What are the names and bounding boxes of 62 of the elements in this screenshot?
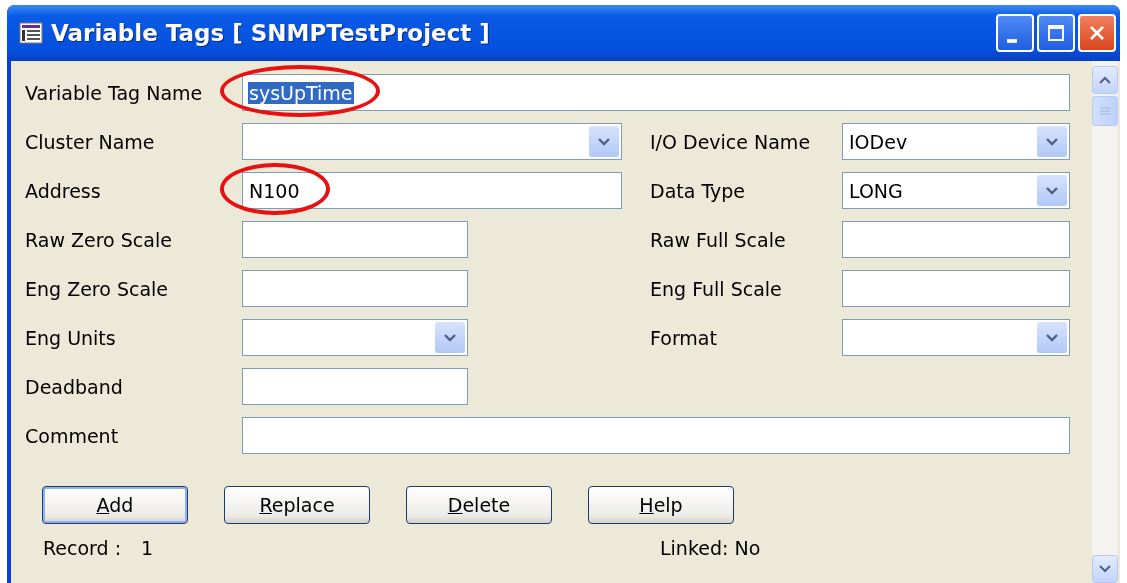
vertical-scrollbar[interactable] bbox=[1092, 61, 1118, 583]
dialog-button[interactable]: Add bbox=[42, 486, 188, 524]
minimize-button[interactable] bbox=[996, 14, 1034, 52]
field-value: IODev bbox=[848, 130, 909, 153]
dialog-button[interactable]: Replace bbox=[224, 486, 370, 524]
text-field[interactable] bbox=[242, 368, 468, 405]
close-icon bbox=[1088, 24, 1106, 42]
record-number: 1 bbox=[141, 537, 155, 559]
window-icon bbox=[19, 22, 43, 44]
text-field[interactable]: sysUpTime bbox=[242, 74, 1070, 111]
close-button[interactable] bbox=[1078, 14, 1116, 52]
field-label: Variable Tag Name bbox=[25, 81, 204, 104]
dropdown-button[interactable] bbox=[1037, 126, 1067, 157]
linked-status: Linked: No bbox=[660, 537, 761, 559]
field-label: Eng Full Scale bbox=[650, 277, 783, 300]
text-field[interactable] bbox=[242, 221, 468, 258]
text-field[interactable]: N100 bbox=[242, 172, 622, 209]
scrollbar-thumb[interactable] bbox=[1092, 96, 1118, 126]
scroll-down-button[interactable] bbox=[1092, 555, 1118, 583]
field-label: Eng Units bbox=[25, 326, 117, 349]
dropdown-field[interactable]: LONG bbox=[842, 172, 1070, 209]
selected-text: sysUpTime bbox=[248, 81, 354, 104]
field-label: Cluster Name bbox=[25, 130, 156, 153]
field-label: Raw Zero Scale bbox=[25, 228, 173, 251]
chevron-down-icon bbox=[443, 332, 457, 343]
dialog-button[interactable]: Delete bbox=[406, 486, 552, 524]
maximize-button[interactable] bbox=[1037, 14, 1075, 52]
field-label: Data Type bbox=[650, 179, 747, 202]
text-field[interactable] bbox=[842, 270, 1070, 307]
dialog-button[interactable]: Help bbox=[588, 486, 734, 524]
field-label: Eng Zero Scale bbox=[25, 277, 170, 300]
dropdown-button[interactable] bbox=[1037, 322, 1067, 353]
chevron-down-icon bbox=[1099, 565, 1111, 573]
field-value: LONG bbox=[848, 179, 904, 202]
field-value: N100 bbox=[248, 179, 301, 202]
field-label: Address bbox=[25, 179, 102, 202]
text-field[interactable] bbox=[242, 417, 1070, 454]
dropdown-button[interactable] bbox=[589, 126, 619, 157]
chevron-down-icon bbox=[597, 136, 611, 147]
dropdown-button[interactable] bbox=[1037, 175, 1067, 206]
field-label: Comment bbox=[25, 424, 120, 447]
minimize-icon bbox=[1007, 39, 1017, 43]
dropdown-field[interactable] bbox=[242, 123, 622, 160]
field-label: I/O Device Name bbox=[650, 130, 812, 153]
scroll-up-button[interactable] bbox=[1092, 66, 1118, 94]
chevron-down-icon bbox=[1045, 332, 1059, 343]
text-field[interactable] bbox=[242, 270, 468, 307]
dropdown-button[interactable] bbox=[435, 322, 465, 353]
field-label: Deadband bbox=[25, 375, 124, 398]
grip-icon bbox=[1100, 107, 1110, 115]
chevron-up-icon bbox=[1099, 76, 1111, 84]
field-label: Raw Full Scale bbox=[650, 228, 787, 251]
dropdown-field[interactable] bbox=[842, 319, 1070, 356]
window-title: Variable Tags [ SNMPTestProject ] bbox=[51, 20, 491, 46]
record-label: Record : bbox=[43, 537, 123, 559]
dropdown-field[interactable]: IODev bbox=[842, 123, 1070, 160]
text-field[interactable] bbox=[842, 221, 1070, 258]
chevron-down-icon bbox=[1045, 185, 1059, 196]
maximize-icon bbox=[1047, 24, 1065, 42]
dropdown-field[interactable] bbox=[242, 319, 468, 356]
field-label: Format bbox=[650, 326, 718, 349]
chevron-down-icon bbox=[1045, 136, 1059, 147]
